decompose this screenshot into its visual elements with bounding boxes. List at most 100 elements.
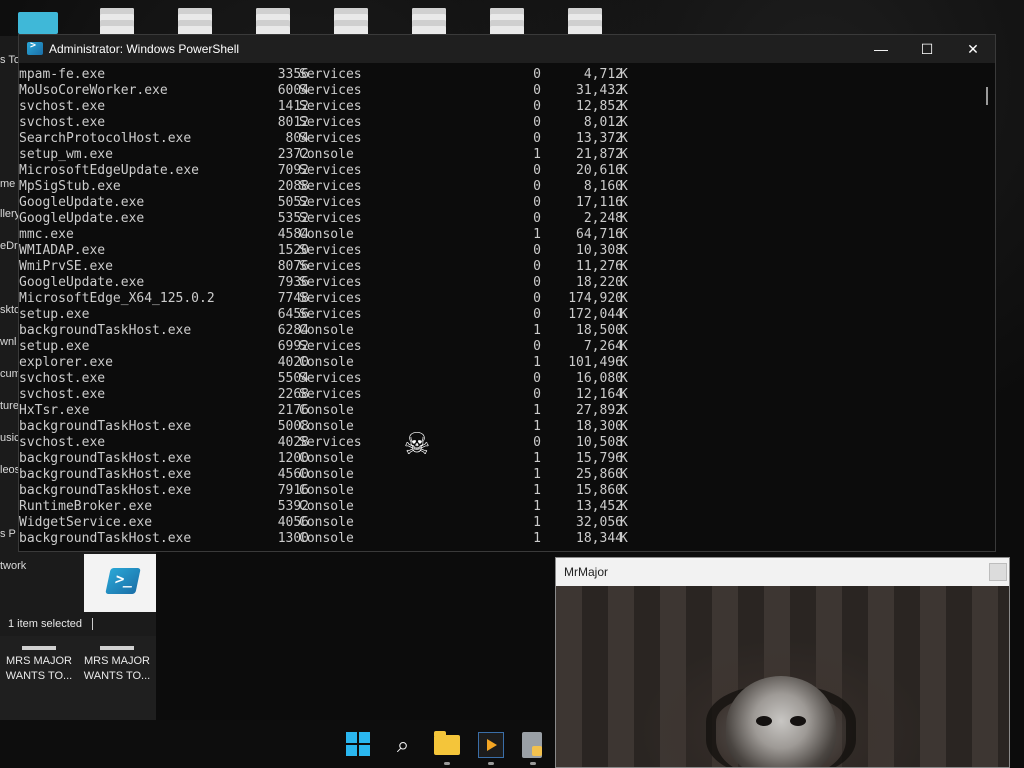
session-name: Console — [299, 419, 354, 434]
file-explorer-icon[interactable] — [434, 731, 460, 755]
file-item[interactable]: MRS MAJOR WANTS TO... — [2, 646, 76, 684]
memory-usage: 18,344 — [576, 531, 623, 546]
file-list: MRS MAJOR WANTS TO... MRS MAJOR WANTS TO… — [0, 636, 156, 720]
memory-unit: K — [620, 275, 628, 290]
process-row: svchost.exe 4028 Services 0 10,508 K — [19, 435, 979, 451]
file-icon — [22, 646, 56, 650]
powershell-titlebar[interactable]: > Administrator: Windows PowerShell — ☐ … — [19, 35, 995, 63]
memory-unit: K — [620, 435, 628, 450]
session-name: Services — [299, 291, 362, 306]
memory-usage: 13,452 — [576, 499, 623, 514]
process-row: HxTsr.exe 2176 Console 1 27,892 K — [19, 403, 979, 419]
session-name: Console — [299, 531, 354, 546]
powershell-icon: > — [27, 40, 43, 55]
desktop-folder-icon[interactable] — [18, 12, 58, 34]
memory-unit: K — [620, 179, 628, 194]
memory-usage: 17,116 — [576, 195, 623, 210]
session-number: 1 — [533, 403, 541, 418]
session-number: 0 — [533, 211, 541, 226]
mrmajor-titlebar[interactable]: MrMajor — [556, 558, 1009, 586]
process-name: explorer.exe — [19, 355, 113, 370]
media-player-icon[interactable] — [478, 732, 504, 758]
process-row: svchost.exe 8012 Services 0 8,012 K — [19, 115, 979, 131]
console-output[interactable]: mpam-fe.exe 3356 Services 0 4,712 K MoUsoCoreW… — [19, 63, 979, 551]
session-number: 1 — [533, 419, 541, 434]
session-number: 0 — [533, 195, 541, 210]
search-icon[interactable]: ⌕ — [390, 732, 416, 758]
session-name: Services — [299, 371, 362, 386]
memory-unit: K — [620, 227, 628, 242]
window-control-button[interactable] — [989, 563, 1007, 581]
session-name: Services — [299, 67, 362, 82]
memory-usage: 20,616 — [576, 163, 623, 178]
memory-unit: K — [620, 531, 628, 546]
process-name: MpSigStub.exe — [19, 179, 121, 194]
process-name: GoogleUpdate.exe — [19, 275, 145, 290]
desktop-file-icon[interactable] — [178, 8, 212, 36]
desktop-file-icon[interactable] — [256, 8, 290, 36]
process-row: backgroundTaskHost.exe 7916 Console 1 15,860… — [19, 483, 979, 499]
memory-usage: 2,248 — [583, 211, 623, 226]
process-row: svchost.exe 5504 Services 0 16,080 K — [19, 371, 979, 387]
session-name: Services — [299, 115, 362, 130]
nav-item-network[interactable]: twork — [0, 560, 40, 572]
process-name: setup.exe — [19, 307, 90, 322]
memory-usage: 11,276 — [576, 259, 623, 274]
running-indicator — [488, 762, 494, 765]
memory-usage: 7,264 — [583, 339, 623, 354]
memory-usage: 32,056 — [576, 515, 623, 530]
process-name: backgroundTaskHost.exe — [19, 467, 192, 482]
mrmajor-window[interactable]: MrMajor — [555, 557, 1010, 768]
process-row: backgroundTaskHost.exe 1300 Console 1 18,344… — [19, 531, 979, 547]
desktop-file-icon[interactable] — [412, 8, 446, 36]
process-row: backgroundTaskHost.exe 4560 Console 1 25,860… — [19, 467, 979, 483]
memory-usage: 101,496 — [568, 355, 623, 370]
desktop-file-icon[interactable] — [490, 8, 524, 36]
powershell-file-thumbnail[interactable]: >_ — [84, 554, 156, 612]
session-number: 1 — [533, 323, 541, 338]
session-number: 0 — [533, 67, 541, 82]
process-name: svchost.exe — [19, 435, 106, 450]
powershell-window[interactable]: > Administrator: Windows PowerShell — ☐ … — [18, 34, 996, 552]
process-name: WmiPrvSE.exe — [19, 259, 113, 274]
memory-usage: 12,164 — [576, 387, 623, 402]
memory-unit: K — [620, 419, 628, 434]
start-windows-icon[interactable] — [346, 732, 372, 758]
minimize-button[interactable]: — — [858, 35, 904, 63]
process-name: MicrosoftEdge_X64_125.0.2 — [19, 291, 215, 306]
desktop-file-icon[interactable] — [334, 8, 368, 36]
desktop-file-icon[interactable] — [100, 8, 134, 36]
process-row: setup_wm.exe 2372 Console 1 21,872 K — [19, 147, 979, 163]
security-lock-icon[interactable] — [522, 732, 542, 758]
session-number: 1 — [533, 499, 541, 514]
session-number: 0 — [533, 275, 541, 290]
maximize-button[interactable]: ☐ — [904, 35, 950, 63]
process-name: svchost.exe — [19, 371, 106, 386]
memory-usage: 10,508 — [576, 435, 623, 450]
process-name: MicrosoftEdgeUpdate.exe — [19, 163, 200, 178]
session-number: 0 — [533, 259, 541, 274]
memory-usage: 27,892 — [576, 403, 623, 418]
memory-usage: 172,044 — [568, 307, 623, 322]
desktop-file-icon[interactable] — [568, 8, 602, 36]
scrollbar-thumb[interactable] — [986, 87, 988, 105]
session-number: 0 — [533, 307, 541, 322]
memory-unit: K — [620, 147, 628, 162]
taskbar: ⌕ — [0, 720, 555, 768]
process-name: setup.exe — [19, 339, 90, 354]
session-number: 1 — [533, 515, 541, 530]
image-eye — [790, 716, 806, 726]
session-number: 0 — [533, 179, 541, 194]
session-name: Services — [299, 339, 362, 354]
session-number: 0 — [533, 291, 541, 306]
close-button[interactable]: ✕ — [950, 35, 996, 63]
process-name: GoogleUpdate.exe — [19, 195, 145, 210]
session-name: Console — [299, 147, 354, 162]
file-item[interactable]: MRS MAJOR WANTS TO... — [80, 646, 154, 684]
console-scrollbar[interactable] — [979, 63, 995, 551]
process-name: svchost.exe — [19, 99, 106, 114]
memory-usage: 18,300 — [576, 419, 623, 434]
memory-usage: 13,372 — [576, 131, 623, 146]
powershell-icon: >_ — [105, 568, 141, 594]
session-name: Console — [299, 483, 354, 498]
